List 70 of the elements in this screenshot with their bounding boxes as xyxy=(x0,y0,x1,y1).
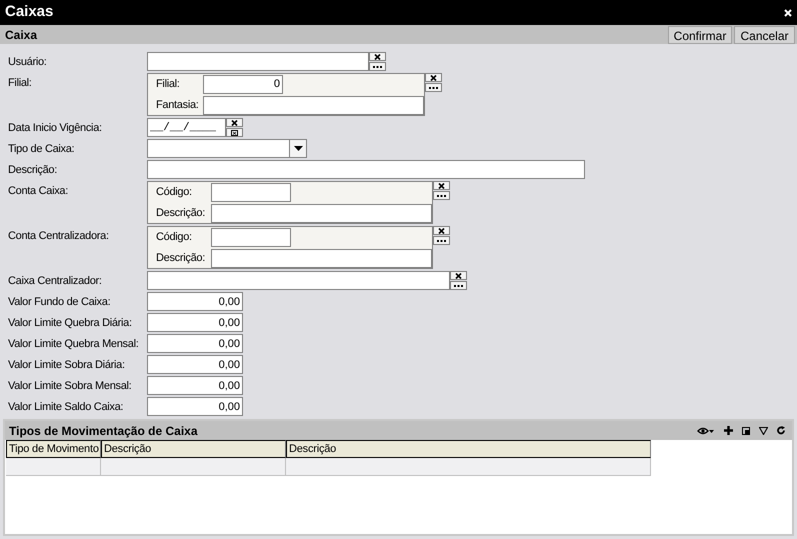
clear-button[interactable] xyxy=(450,271,467,280)
close-icon[interactable] xyxy=(784,8,792,16)
close-icon xyxy=(430,74,437,80)
input-field[interactable] xyxy=(211,204,432,222)
column-header[interactable]: Descrição xyxy=(101,440,286,458)
window-icon[interactable] xyxy=(742,426,750,434)
number-field[interactable]: 0,00 xyxy=(147,355,243,374)
field-label: Valor Limite Quebra Diária: xyxy=(7,316,133,331)
field-label: Usuário: xyxy=(7,55,48,70)
field-label: Valor Limite Quebra Mensal: xyxy=(7,337,140,352)
section-title: Caixa xyxy=(5,26,38,44)
close-icon xyxy=(231,120,238,126)
calendar-button[interactable] xyxy=(226,128,243,137)
column-header[interactable]: Tipo de Movimento xyxy=(6,440,101,458)
field-label: Fantasia: xyxy=(155,98,200,113)
action-button[interactable]: Confirmar xyxy=(668,26,732,44)
filter-icon[interactable] xyxy=(759,426,768,434)
field-label: Tipo de Caixa: xyxy=(7,142,76,157)
input-field[interactable] xyxy=(211,182,291,202)
number-field[interactable]: 0,00 xyxy=(147,376,243,395)
input-field[interactable] xyxy=(211,248,432,268)
add-icon[interactable] xyxy=(724,426,733,435)
close-icon xyxy=(438,182,445,188)
window-title: Caixas xyxy=(5,2,54,22)
field-label: Valor Limite Sobra Mensal: xyxy=(7,379,132,394)
field-label: Filial: xyxy=(155,76,181,92)
field-label: Data Inicio Vigência: xyxy=(7,121,103,136)
input-field[interactable] xyxy=(147,52,369,71)
clear-button[interactable] xyxy=(425,73,442,82)
browse-button[interactable] xyxy=(433,236,450,245)
clear-button[interactable] xyxy=(369,52,386,61)
calendar-icon xyxy=(231,130,238,136)
input-field[interactable]: 0 xyxy=(203,74,283,94)
close-icon xyxy=(374,54,381,60)
input-field[interactable] xyxy=(203,96,424,114)
input-field[interactable] xyxy=(147,271,450,290)
column-header[interactable]: Descrição xyxy=(286,440,651,458)
field-label: Filial: xyxy=(7,76,33,91)
field-label: Valor Limite Saldo Caixa: xyxy=(7,400,124,415)
field-label: Conta Centralizadora: xyxy=(7,229,110,244)
field-label: Caixa Centralizador: xyxy=(7,274,103,289)
dropdown-field[interactable] xyxy=(147,139,307,158)
browse-button[interactable] xyxy=(369,62,386,71)
clear-button[interactable] xyxy=(226,118,243,127)
grid-title: Tipos de Movimentação de Caixa xyxy=(9,422,198,440)
field-label: Conta Caixa: xyxy=(7,184,69,199)
browse-button[interactable] xyxy=(450,281,467,290)
field-label: Descrição: xyxy=(155,250,206,266)
action-button[interactable]: Cancelar xyxy=(734,26,795,44)
refresh-icon[interactable] xyxy=(777,426,786,435)
number-field[interactable]: 0,00 xyxy=(147,313,243,332)
field-label: Valor Fundo de Caixa: xyxy=(7,295,112,310)
field-label: Valor Limite Sobra Diária: xyxy=(7,358,126,373)
input-field[interactable] xyxy=(211,228,291,246)
input-field[interactable] xyxy=(147,160,585,179)
number-field[interactable]: 0,00 xyxy=(147,397,243,416)
field-label: Código: xyxy=(155,184,193,200)
browse-button[interactable] xyxy=(425,83,442,92)
field-label: Código: xyxy=(155,230,193,245)
date-field[interactable]: __/__/____ xyxy=(147,118,226,137)
visibility-icon[interactable] xyxy=(697,426,715,436)
number-field[interactable]: 0,00 xyxy=(147,292,243,311)
browse-button[interactable] xyxy=(433,191,450,200)
clear-button[interactable] xyxy=(433,181,450,190)
number-field[interactable]: 0,00 xyxy=(147,334,243,353)
field-label: Descrição: xyxy=(7,163,58,178)
clear-button[interactable] xyxy=(433,226,450,235)
close-icon xyxy=(455,272,462,278)
close-icon xyxy=(438,228,445,234)
field-label: Descrição: xyxy=(155,206,206,221)
